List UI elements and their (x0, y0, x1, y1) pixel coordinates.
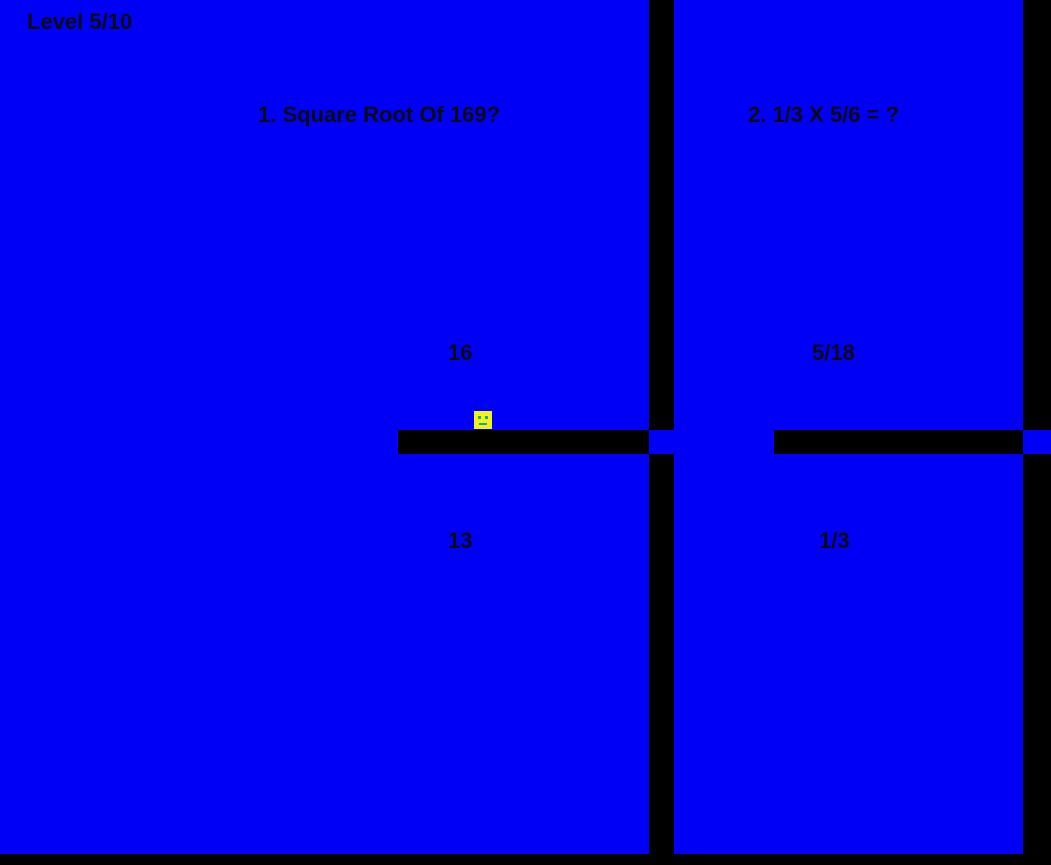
question-2-answer-bottom: 1/3 (819, 528, 850, 553)
floor-border (0, 854, 1051, 865)
level-indicator: Level 5/10 (27, 9, 133, 34)
player-mouth (479, 423, 487, 425)
wall-divider-2-upper (1023, 0, 1051, 430)
question-1-prompt: 1. Square Root Of 169? (258, 102, 501, 127)
wall-divider-1-lower (649, 454, 674, 854)
wall-bar-1 (398, 430, 649, 454)
wall-divider-1-upper (649, 0, 674, 430)
question-2-answer-top: 5/18 (812, 340, 855, 365)
player-eye-right (485, 416, 488, 419)
question-1-answer-bottom: 13 (448, 528, 473, 553)
wall-divider-2-lower (1023, 454, 1051, 854)
question-2-prompt: 2. 1/3 X 5/6 = ? (748, 102, 900, 127)
question-1-answer-top: 16 (448, 340, 473, 365)
smiley-block-icon[interactable] (474, 411, 492, 429)
game-canvas: Level 5/10 1. Square Root Of 169? 2. 1/3… (0, 0, 1051, 865)
player-eye-left (478, 416, 481, 419)
wall-bar-2 (774, 430, 1023, 454)
